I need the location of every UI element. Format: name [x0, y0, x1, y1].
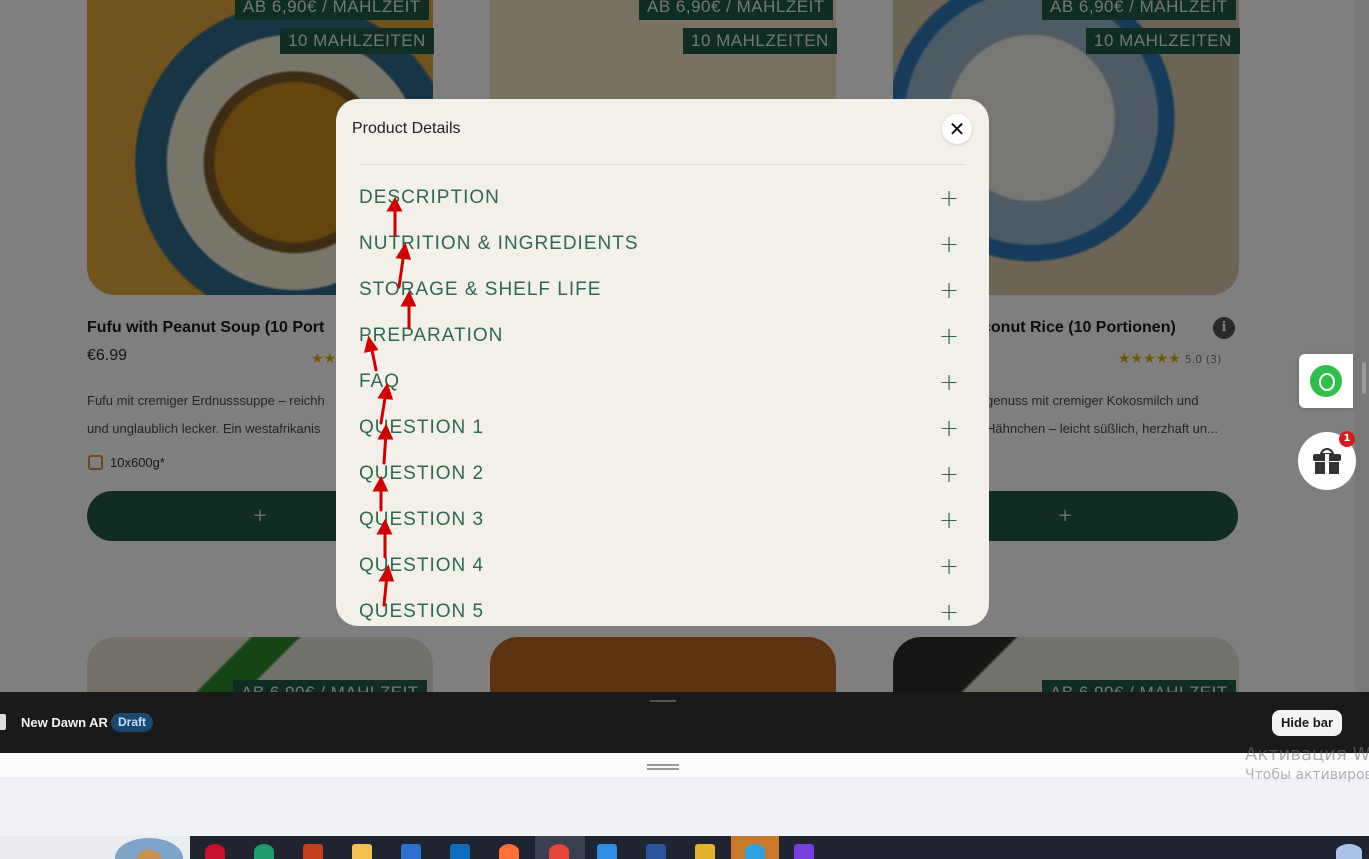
- accordion-label: NUTRITION & INGREDIENTS: [359, 233, 639, 254]
- close-icon: ✕: [948, 117, 966, 141]
- accordion-question-5[interactable]: QUESTION 5 +: [359, 589, 966, 626]
- activation-watermark: Активация W Чтобы активиров: [1245, 744, 1369, 783]
- document-icon: [0, 714, 6, 730]
- plus-icon[interactable]: +: [939, 368, 959, 396]
- close-button[interactable]: ✕: [942, 114, 972, 144]
- accordion-preparation[interactable]: PREPARATION +: [359, 313, 966, 359]
- intellij-icon[interactable]: [794, 844, 814, 859]
- accordion-label: QUESTION 3: [359, 509, 485, 530]
- app-icon[interactable]: [597, 844, 617, 859]
- opera-icon[interactable]: [205, 844, 225, 859]
- status-badge: Draft: [111, 713, 154, 732]
- accordion-label: QUESTION 2: [359, 463, 485, 484]
- accordion-nutrition[interactable]: NUTRITION & INGREDIENTS +: [359, 221, 966, 267]
- accordion-question-3[interactable]: QUESTION 3 +: [359, 497, 966, 543]
- plus-icon[interactable]: +: [939, 598, 959, 626]
- accordion-label: QUESTION 1: [359, 417, 485, 438]
- modal-divider: [359, 164, 966, 165]
- store-icon[interactable]: [401, 844, 421, 859]
- gift-icon: [1313, 448, 1341, 474]
- plus-icon[interactable]: +: [939, 552, 959, 580]
- plus-icon[interactable]: +: [939, 184, 959, 212]
- accordion-list[interactable]: DESCRIPTION + NUTRITION & INGREDIENTS + …: [359, 175, 966, 626]
- powerpoint-icon[interactable]: [303, 844, 323, 859]
- accordion-label: DESCRIPTION: [359, 187, 500, 208]
- accordion-description[interactable]: DESCRIPTION +: [359, 175, 966, 221]
- telegram-icon[interactable]: [745, 844, 765, 859]
- gift-badge: 1: [1339, 431, 1355, 447]
- plus-icon[interactable]: +: [939, 230, 959, 258]
- edge-icon[interactable]: [254, 844, 274, 859]
- grip-icon[interactable]: [647, 764, 679, 770]
- accordion-faq[interactable]: FAQ +: [359, 359, 966, 405]
- file-explorer-icon[interactable]: [352, 844, 372, 859]
- firefox-icon[interactable]: [499, 844, 519, 859]
- slack-icon[interactable]: [695, 844, 715, 859]
- theme-name: New Dawn AR: [21, 715, 108, 730]
- accordion-label: FAQ: [359, 371, 401, 392]
- word-icon[interactable]: [646, 844, 666, 859]
- accordion-label: QUESTION 5: [359, 601, 485, 622]
- accordion-label: QUESTION 4: [359, 555, 485, 576]
- theme-preview-bar: New Dawn AR Draft Hide bar: [0, 692, 1369, 753]
- accordion-storage[interactable]: STORAGE & SHELF LIFE +: [359, 267, 966, 313]
- windows-taskbar: [0, 836, 1369, 859]
- plus-icon[interactable]: +: [939, 322, 959, 350]
- plus-icon[interactable]: +: [939, 460, 959, 488]
- chrome-icon[interactable]: [549, 844, 569, 859]
- whatsapp-icon: [1310, 365, 1342, 397]
- plus-icon[interactable]: +: [939, 276, 959, 304]
- product-details-modal: Product Details ✕ DESCRIPTION + NUTRITIO…: [336, 99, 989, 626]
- plus-icon[interactable]: +: [939, 414, 959, 442]
- plus-icon[interactable]: +: [939, 506, 959, 534]
- accordion-label: PREPARATION: [359, 325, 504, 346]
- accordion-question-2[interactable]: QUESTION 2 +: [359, 451, 966, 497]
- cloud-icon[interactable]: [1336, 844, 1362, 859]
- resize-strip: [0, 753, 1369, 777]
- modal-title: Product Details: [352, 120, 461, 137]
- accordion-label: STORAGE & SHELF LIFE: [359, 279, 602, 300]
- accordion-question-1[interactable]: QUESTION 1 +: [359, 405, 966, 451]
- scrollbar-thumb[interactable]: [1362, 362, 1366, 394]
- drag-handle[interactable]: [650, 700, 676, 702]
- empty-panel: [0, 777, 1369, 836]
- accordion-question-4[interactable]: QUESTION 4 +: [359, 543, 966, 589]
- outlook-icon[interactable]: [450, 844, 470, 859]
- hide-bar-button[interactable]: Hide bar: [1272, 710, 1342, 736]
- whatsapp-button[interactable]: [1299, 354, 1353, 408]
